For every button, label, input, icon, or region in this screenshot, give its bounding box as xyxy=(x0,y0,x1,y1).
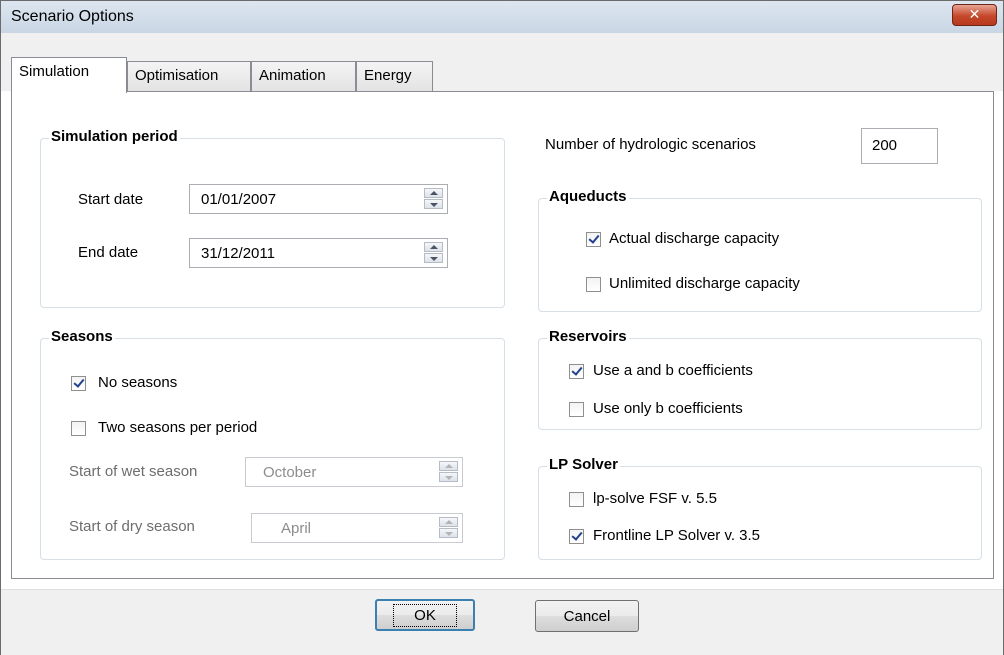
tab-simulation[interactable]: Simulation xyxy=(11,57,127,93)
lpsolve-label[interactable]: lp-solve FSF v. 5.5 xyxy=(593,490,717,507)
no-seasons-label[interactable]: No seasons xyxy=(98,374,177,391)
no-seasons-checkbox[interactable] xyxy=(71,376,86,391)
end-date-picker[interactable]: 31/12/2011 xyxy=(189,238,448,268)
two-seasons-checkbox[interactable] xyxy=(71,421,86,436)
end-date-spinner[interactable] xyxy=(424,242,443,264)
lp-solver-group: LP Solver lp-solve FSF v. 5.5 Frontline … xyxy=(538,456,982,560)
dry-season-label: Start of dry season xyxy=(69,518,195,535)
reservoirs-legend: Reservoirs xyxy=(547,328,629,345)
spin-up-icon[interactable] xyxy=(424,242,443,252)
tab-label: Optimisation xyxy=(135,67,219,84)
start-date-picker[interactable]: 01/01/2007 xyxy=(189,184,448,214)
simulation-period-group: Simulation period Start date 01/01/2007 … xyxy=(40,128,505,308)
title-bar[interactable]: Scenario Options ✕ xyxy=(1,1,1003,34)
hydrologic-scenarios-label: Number of hydrologic scenarios xyxy=(545,136,756,153)
frontline-label[interactable]: Frontline LP Solver v. 3.5 xyxy=(593,527,760,544)
tab-optimisation[interactable]: Optimisation xyxy=(127,61,251,91)
ab-coefficients-checkbox[interactable] xyxy=(569,364,584,379)
actual-capacity-label[interactable]: Actual discharge capacity xyxy=(609,230,779,247)
ab-coefficients-label[interactable]: Use a and b coefficients xyxy=(593,362,753,379)
spin-down-icon[interactable] xyxy=(439,472,458,482)
end-date-value: 31/12/2011 xyxy=(201,245,275,262)
seasons-group: Seasons No seasons Two seasons per perio… xyxy=(40,328,505,560)
cancel-button[interactable]: Cancel xyxy=(535,600,639,632)
close-button[interactable]: ✕ xyxy=(952,4,997,26)
frontline-checkbox[interactable] xyxy=(569,529,584,544)
wet-season-picker[interactable]: October xyxy=(245,457,463,487)
dry-season-picker[interactable]: April xyxy=(251,513,463,543)
wet-season-value: October xyxy=(263,464,317,481)
dry-season-value: April xyxy=(281,520,312,537)
wet-season-label: Start of wet season xyxy=(69,463,198,480)
actual-capacity-checkbox[interactable] xyxy=(586,232,601,247)
tab-label: Animation xyxy=(259,67,326,84)
tab-animation[interactable]: Animation xyxy=(251,61,356,91)
tab-label: Simulation xyxy=(19,63,90,80)
b-coefficients-label[interactable]: Use only b coefficients xyxy=(593,400,743,417)
spin-down-icon[interactable] xyxy=(439,528,458,538)
spin-down-icon[interactable] xyxy=(424,253,443,263)
start-date-spinner[interactable] xyxy=(424,188,443,210)
unlimited-capacity-label[interactable]: Unlimited discharge capacity xyxy=(609,275,800,292)
end-date-label: End date xyxy=(78,244,139,261)
lpsolve-checkbox[interactable] xyxy=(569,492,584,507)
spin-down-icon[interactable] xyxy=(424,199,443,209)
close-icon: ✕ xyxy=(968,7,981,23)
simulation-tab-page: Simulation period Start date 01/01/2007 … xyxy=(11,91,994,579)
b-coefficients-checkbox[interactable] xyxy=(569,402,584,417)
ok-button-label: OK xyxy=(393,603,457,627)
start-date-value: 01/01/2007 xyxy=(201,191,277,208)
window-title: Scenario Options xyxy=(11,8,134,25)
lp-solver-legend: LP Solver xyxy=(547,456,620,473)
cancel-button-label: Cancel xyxy=(563,607,611,625)
tab-energy[interactable]: Energy xyxy=(356,61,433,91)
spin-up-icon[interactable] xyxy=(439,517,458,527)
dry-season-spinner[interactable] xyxy=(439,517,458,539)
reservoirs-group: Reservoirs Use a and b coefficients Use … xyxy=(538,328,982,430)
two-seasons-label[interactable]: Two seasons per period xyxy=(98,419,257,436)
hydrologic-scenarios-value: 200 xyxy=(872,137,898,154)
aqueducts-legend: Aqueducts xyxy=(547,188,629,205)
dialog-footer: OK Cancel xyxy=(1,589,1003,655)
ok-button[interactable]: OK xyxy=(375,599,475,631)
start-date-label: Start date xyxy=(78,191,144,208)
tab-label: Energy xyxy=(364,67,412,84)
spin-up-icon[interactable] xyxy=(439,461,458,471)
hydrologic-scenarios-input[interactable]: 200 xyxy=(861,128,938,164)
simulation-period-legend: Simulation period xyxy=(49,128,180,145)
wet-season-spinner[interactable] xyxy=(439,461,458,483)
spin-up-icon[interactable] xyxy=(424,188,443,198)
unlimited-capacity-checkbox[interactable] xyxy=(586,277,601,292)
scenario-options-dialog: Scenario Options ✕ Simulation Optimisati… xyxy=(0,0,1004,655)
aqueducts-group: Aqueducts Actual discharge capacity Unli… xyxy=(538,188,982,312)
seasons-legend: Seasons xyxy=(49,328,115,345)
